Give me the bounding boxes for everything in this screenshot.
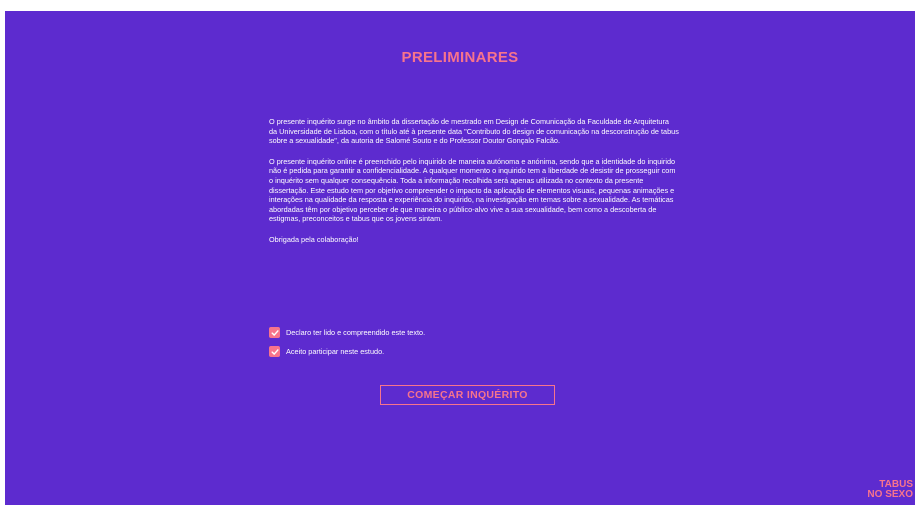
read-checkbox-label: Declaro ter lido e compreendido este tex…	[286, 328, 426, 337]
consent-read-row[interactable]: Declaro ter lido e compreendido este tex…	[269, 327, 425, 338]
participate-checkbox[interactable]	[269, 346, 280, 357]
survey-screen: PRELIMINARES O presente inquérito surge …	[5, 11, 915, 505]
consent-participate-row[interactable]: Aceito participar neste estudo.	[269, 346, 425, 357]
page-title: PRELIMINARES	[401, 49, 519, 66]
checkmark-icon	[270, 329, 279, 336]
intro-paragraph: O presente inquérito online é preenchido…	[269, 156, 676, 224]
logo-line-2: NO SEXO	[867, 488, 913, 500]
tabus-no-sexo-logo: TABUS NO SEXO	[867, 480, 913, 499]
participate-checkbox-label: Aceito participar neste estudo.	[286, 347, 385, 356]
read-checkbox[interactable]	[269, 327, 280, 338]
intro-text: O presente inquérito surge no âmbito da …	[269, 117, 679, 256]
intro-paragraph: O presente inquérito surge no âmbito da …	[269, 117, 679, 146]
start-survey-button[interactable]: COMEÇAR INQUÉRITO	[380, 385, 555, 405]
checkmark-icon	[270, 348, 279, 355]
consent-checkboxes: Declaro ter lido e compreendido este tex…	[269, 327, 425, 365]
thanks-text: Obrigada pela colaboração!	[269, 234, 359, 244]
